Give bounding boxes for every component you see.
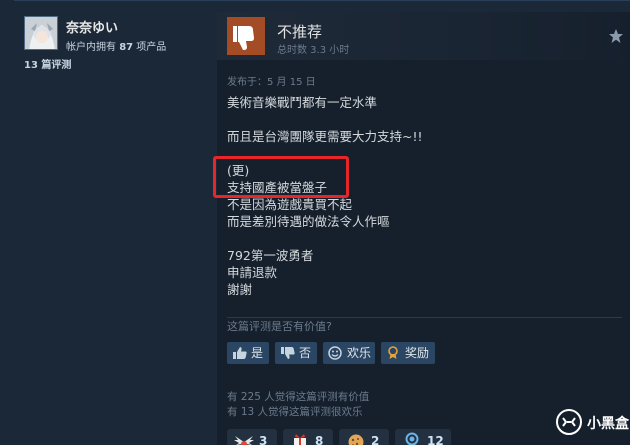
review-line: 美術音樂戰鬥都有一定水準 [227,95,378,110]
avatar[interactable] [24,16,58,50]
watermark-text: 小黑盒 [587,416,629,432]
cookie-award-icon [348,434,364,445]
review-line: 而且是台灣團隊更需要大力支持~!! [227,129,423,144]
review-card: 不推荐 总时数 3.3 小时 发布于：5 月 15 日 美術音樂戰鬥都有一定水準… [217,12,630,445]
verdict-title: 不推荐 [277,23,323,41]
review-count[interactable]: 13 篇评测 [24,56,71,71]
award-count: 3 [259,434,268,445]
award-item[interactable]: 2 [339,429,389,445]
wings-award-icon [234,436,254,445]
owned-prefix: 帐户内拥有 [66,42,116,53]
vote-no-button[interactable]: 否 [275,342,317,364]
award-label: 奖励 [405,346,430,360]
username[interactable]: 奈奈ゆい [66,17,118,36]
owned-suffix: 项产品 [136,42,167,53]
playtime: 总时数 3.3 小时 [277,45,350,56]
vote-no-label: 否 [299,346,312,360]
review-page: 奈奈ゆい 帐户内拥有 87 项产品 13 篇评测 不推荐 总时数 3.3 小时 … [0,0,630,445]
review-line: 謝謝 [227,282,253,297]
owned-products[interactable]: 帐户内拥有 87 项产品 [66,38,166,53]
verdict-header[interactable]: 不推荐 总时数 3.3 小时 [217,12,630,60]
award-count: 8 [315,434,324,445]
award-count: 12 [427,434,444,445]
award-ribbon-icon [388,346,398,359]
posted-date: 发布于：5 月 15 日 [227,77,316,88]
review-line: 申請退款 [227,265,278,280]
smiley-icon [328,346,342,360]
funny-count: 有 13 人觉得这篇评测很欢乐 [227,406,363,418]
medal-award-icon [405,432,419,445]
vote-funny-label: 欢乐 [347,346,372,360]
vote-funny-button[interactable]: 欢乐 [323,342,375,364]
review-line: 不是因為遊戲貴買不起 [227,197,353,212]
highlight-annotation [213,156,349,198]
xiaoheihe-logo-icon [556,409,582,435]
award-count: 2 [371,434,380,445]
review-line: 而是差別待遇的做法令人作嘔 [227,214,390,229]
thumbs-down-small-icon [281,347,295,359]
gift-award-icon [294,434,306,445]
review-line: 792第一波勇者 [227,248,314,263]
award-item[interactable]: 8 [283,429,333,445]
vote-yes-button[interactable]: 是 [227,342,269,364]
owned-count: 87 [119,42,134,53]
star-icon[interactable] [608,28,624,44]
thumbs-up-icon [233,347,247,359]
helpful-stats: 有 225 人觉得这篇评测有价值 有 13 人觉得这篇评测很欢乐 [227,390,369,420]
avatar-image [25,17,57,49]
award-item[interactable]: 3 [227,429,277,445]
award-button[interactable]: 奖励 [381,342,435,364]
top-divider [14,0,630,1]
award-item[interactable]: 12 [395,429,451,445]
helpful-count: 有 225 人觉得这篇评测有价值 [227,391,370,403]
vote-yes-label: 是 [251,346,264,360]
watermark: 小黑盒 [555,408,630,438]
helpful-question: 这篇评测是否有价值? [227,320,332,333]
reviewer-panel: 奈奈ゆい 帐户内拥有 87 项产品 13 篇评测 [14,12,214,445]
review-line [227,230,617,247]
thumbs-down-icon [227,17,265,55]
review-line [227,111,617,128]
